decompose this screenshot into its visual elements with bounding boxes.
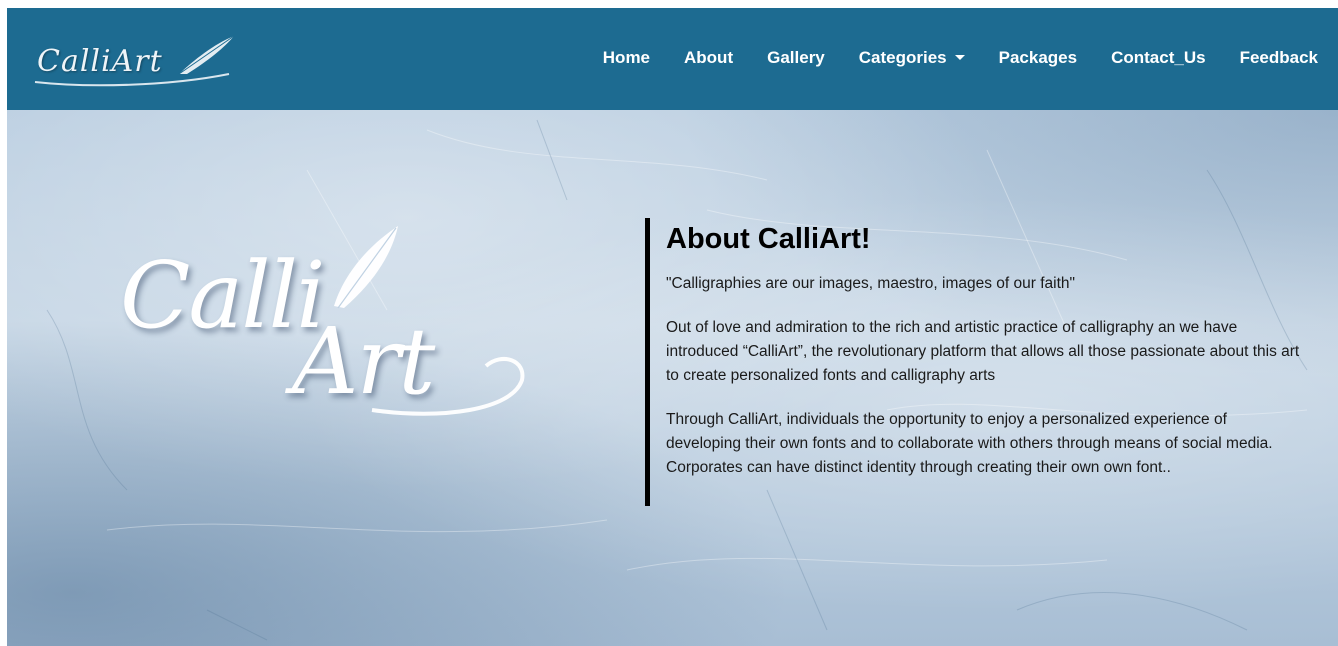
nav-categories-dropdown[interactable]: Categories [842,8,982,109]
about-heading: About CalliArt! [666,223,871,255]
nav-contact-us[interactable]: Contact_Us [1094,8,1222,109]
nav-feedback-label: Feedback [1239,47,1318,67]
nav-home-label: Home [602,47,651,67]
brand-logo-text: CalliArt [37,44,163,79]
nav-about-label: About [684,47,734,67]
nav-contact-us-label: Contact_Us [1111,47,1206,67]
nav-gallery-label: Gallery [767,47,825,67]
about-quote: "Calligraphies are our images, maestro, … [666,275,1076,292]
about-paragraph-1: Out of love and admiration to the rich a… [666,319,1300,384]
nav-feedback[interactable]: Feedback [1223,8,1318,109]
nav-gallery[interactable]: Gallery [750,8,842,109]
brand-logo[interactable]: CalliArt [29,30,239,90]
feather-icon [334,226,525,416]
nav-home[interactable]: Home [586,8,667,109]
nav-categories-label: Categories [858,47,947,67]
page: CalliArt Home About Gallery Categories P… [7,8,1338,646]
nav-packages-label: Packages [998,47,1078,67]
about-section: About CalliArt! "Calligraphies are our i… [645,218,1305,506]
about-paragraph-2: Through CalliArt, individuals the opport… [666,411,1273,476]
main-nav: Home About Gallery Categories Packages C… [586,8,1318,110]
caret-down-icon [954,55,965,60]
nav-packages[interactable]: Packages [982,8,1094,109]
hero-section: Calli Art About CalliArt! "Calligraphies… [7,110,1338,646]
navbar: CalliArt Home About Gallery Categories P… [7,8,1338,110]
nav-about[interactable]: About [667,8,750,109]
hero-calliart-logo: Calli Art [112,220,532,440]
